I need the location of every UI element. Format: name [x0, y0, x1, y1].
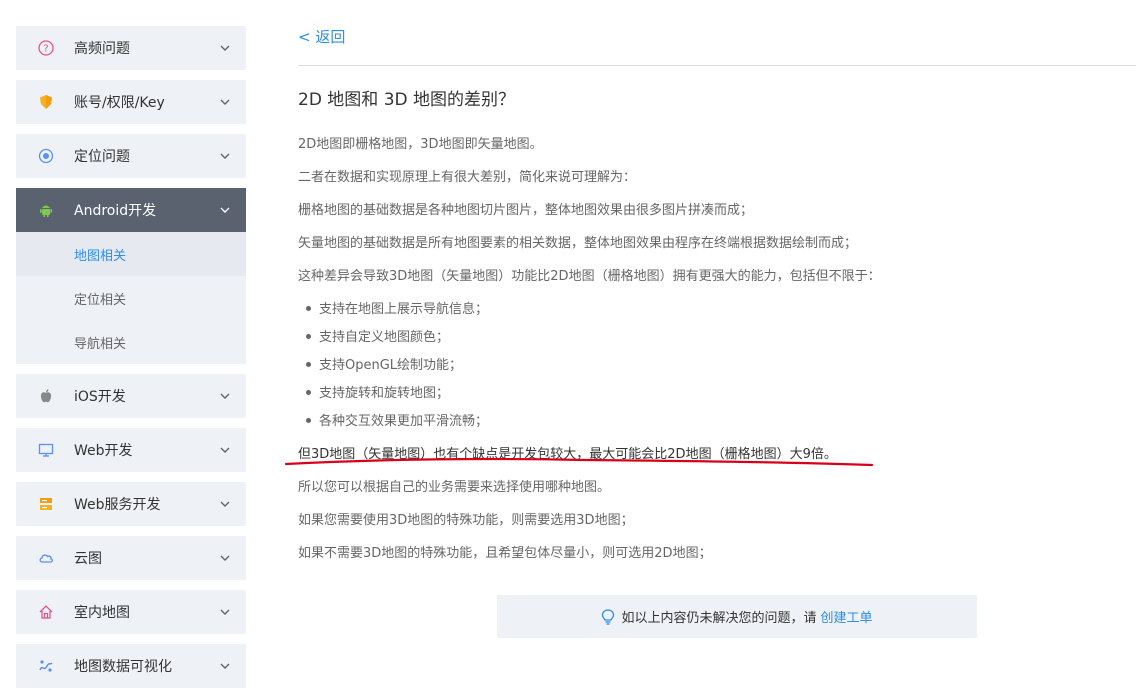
chevron-down-icon	[220, 663, 230, 669]
sidebar-item-label: 室内地图	[74, 605, 130, 621]
monitor-icon	[38, 442, 54, 458]
sidebar-item-ios[interactable]: iOS开发	[16, 374, 246, 418]
visualization-icon	[38, 658, 54, 674]
sidebar-item-account[interactable]: 账号/权限/Key	[16, 80, 246, 124]
sidebar-item-web[interactable]: Web开发	[16, 428, 246, 472]
sidebar-item-indoor[interactable]: 室内地图	[16, 590, 246, 634]
article-paragraph: 如果您需要使用3D地图的特殊功能，则需要选用3D地图；	[298, 513, 634, 528]
chevron-down-icon	[220, 609, 230, 615]
lightbulb-icon	[602, 608, 615, 625]
article-paragraph: 如果不需要3D地图的特殊功能，且希望包体尽量小，则可选用2D地图；	[298, 546, 712, 561]
article-paragraph: 二者在数据和实现原理上有很大差别，简化来说可理解为：	[298, 170, 637, 185]
sidebar-item-label: Web服务开发	[74, 497, 161, 513]
sidebar-item-android[interactable]: Android开发	[16, 188, 246, 232]
chevron-down-icon	[220, 501, 230, 507]
sidebar-item-label: iOS开发	[74, 389, 126, 405]
sidebar-item-label: 地图数据可视化	[74, 659, 172, 675]
apple-icon	[38, 388, 54, 404]
svg-text:?: ?	[43, 44, 48, 55]
sidebar-item-faq[interactable]: ? 高频问题	[16, 26, 246, 70]
shield-icon	[38, 94, 54, 110]
sidebar-item-web-service[interactable]: Web服务开发	[16, 482, 246, 526]
android-submenu: 地图相关 定位相关 导航相关	[16, 232, 246, 364]
article-paragraph: 所以您可以根据自己的业务需要来选择使用哪种地图。	[298, 480, 611, 495]
header-divider	[298, 65, 1136, 66]
list-item: 支持旋转和旋转地图；	[306, 382, 449, 401]
back-link[interactable]: < 返回	[298, 26, 345, 47]
sidebar-item-cloud[interactable]: 云图	[16, 536, 246, 580]
article-paragraph: 栅格地图的基础数据是各种地图切片图片，整体地图效果由很多图片拼凑而成；	[298, 203, 754, 218]
sidebar-item-label: 云图	[74, 551, 102, 567]
article-paragraph: 2D地图即栅格地图，3D地图即矢量地图。	[298, 137, 543, 152]
location-icon	[38, 148, 54, 164]
home-icon	[38, 604, 54, 620]
list-item: 支持在地图上展示导航信息；	[306, 298, 488, 317]
sidebar-item-label: 账号/权限/Key	[74, 95, 165, 111]
server-icon	[38, 496, 54, 512]
chevron-down-icon	[220, 45, 230, 51]
article-paragraph: 这种差异会导致3D地图（矢量地图）功能比2D地图（栅格地图）拥有更强大的能力，包…	[298, 269, 881, 284]
chevron-down-icon	[220, 555, 230, 561]
chevron-down-icon	[220, 153, 230, 159]
sidebar-item-visualization[interactable]: 地图数据可视化	[16, 644, 246, 688]
list-item: 支持自定义地图颜色；	[306, 326, 449, 345]
sub-item-location[interactable]: 定位相关	[16, 276, 246, 320]
sidebar: ? 高频问题 账号/权限/Key 定位问题 Android开发 地图相关 定位相…	[16, 26, 246, 698]
sidebar-item-location[interactable]: 定位问题	[16, 134, 246, 178]
android-icon	[38, 202, 54, 218]
chevron-down-icon	[220, 393, 230, 399]
help-box: 如以上内容仍未解决您的问题，请 创建工单	[497, 595, 977, 638]
help-text: 如以上内容仍未解决您的问题，请	[621, 611, 817, 626]
sidebar-item-label: Android开发	[74, 203, 157, 219]
chevron-down-icon	[220, 447, 230, 453]
chevron-down-icon	[220, 99, 230, 105]
list-item: 各种交互效果更加平滑流畅；	[306, 410, 488, 429]
sub-item-navigation[interactable]: 导航相关	[16, 320, 246, 364]
list-item: 支持OpenGL绘制功能；	[306, 354, 462, 373]
chevron-down-icon	[220, 207, 230, 213]
red-underline-annotation	[284, 457, 874, 467]
sidebar-item-label: 高频问题	[74, 41, 130, 57]
sidebar-item-label: 定位问题	[74, 149, 130, 165]
cloud-icon	[38, 550, 54, 566]
sidebar-item-label: Web开发	[74, 443, 133, 459]
create-ticket-link[interactable]: 创建工单	[821, 607, 873, 626]
sub-item-map[interactable]: 地图相关	[16, 232, 246, 276]
question-icon: ?	[38, 40, 54, 56]
article-paragraph: 矢量地图的基础数据是所有地图要素的相关数据，整体地图效果由程序在终端根据数据绘制…	[298, 236, 858, 251]
article-title: 2D 地图和 3D 地图的差别？	[298, 90, 516, 110]
